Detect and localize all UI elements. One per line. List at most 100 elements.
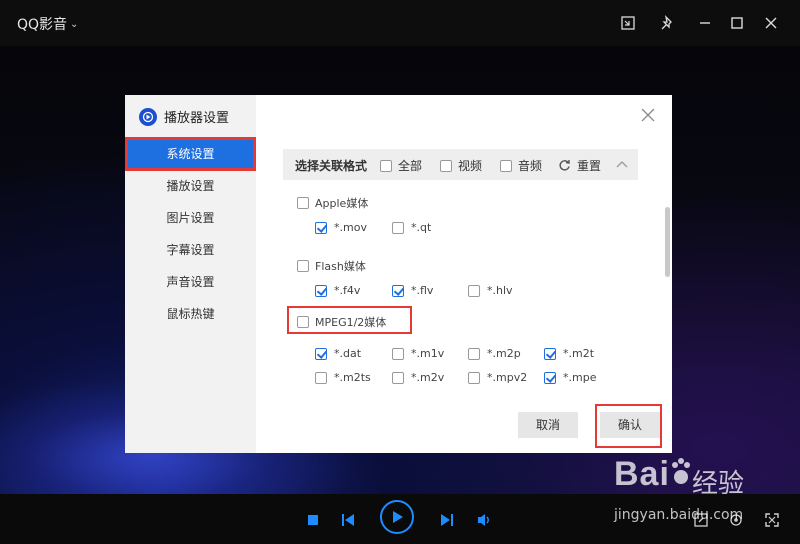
format-label: *.m1v xyxy=(411,347,445,360)
watermark: Bai 经验 jingyan.baidu.com xyxy=(614,455,794,535)
format-flv-checkbox[interactable]: *.flv xyxy=(392,284,433,297)
group-mpeg-checkbox[interactable]: MPEG1/2媒体 xyxy=(297,314,386,330)
format-m1v-checkbox[interactable]: *.m1v xyxy=(392,347,444,360)
checkbox[interactable] xyxy=(297,316,309,328)
sidebar-item-playback[interactable]: 播放设置 xyxy=(125,171,256,201)
settings-sidebar: 播放器设置 系统设置 播放设置 图片设置 字幕设置 声音设置 鼠标热键 xyxy=(125,95,256,453)
format-label: *.f4v xyxy=(334,284,361,297)
sidebar-item-label: 播放设置 xyxy=(166,179,215,193)
checkbox[interactable] xyxy=(315,371,327,384)
format-m2ts-checkbox[interactable]: *.m2ts xyxy=(315,371,371,384)
paw-icon xyxy=(672,458,690,484)
select-audio-checkbox[interactable]: 音频 xyxy=(500,157,542,174)
checkbox[interactable] xyxy=(297,197,309,209)
refresh-icon xyxy=(559,160,570,171)
format-label: *.hlv xyxy=(487,284,513,297)
app-menu-button[interactable]: QQ影音 ⌄ xyxy=(17,14,78,34)
checkbox[interactable] xyxy=(468,347,480,360)
checkbox[interactable] xyxy=(392,284,404,297)
next-icon[interactable] xyxy=(440,513,454,527)
format-mov-checkbox[interactable]: *.mov xyxy=(315,221,367,234)
checkbox[interactable] xyxy=(315,347,327,360)
previous-icon[interactable] xyxy=(341,513,355,527)
mini-mode-icon[interactable] xyxy=(620,15,636,31)
watermark-brand-cn: 经验 xyxy=(692,469,745,499)
checkbox[interactable] xyxy=(440,159,452,172)
dialog-title-text: 播放器设置 xyxy=(164,111,230,126)
checkbox[interactable] xyxy=(500,159,512,172)
checkbox[interactable] xyxy=(544,371,556,384)
play-icon xyxy=(393,511,403,523)
format-m2p-checkbox[interactable]: *.m2p xyxy=(468,347,521,360)
format-m2v-checkbox[interactable]: *.m2v xyxy=(392,371,444,384)
sidebar-item-subtitle[interactable]: 字幕设置 xyxy=(125,235,256,265)
select-all-checkbox[interactable]: 全部 xyxy=(380,157,422,174)
chevron-down-icon: ⌄ xyxy=(70,18,79,30)
dialog-title: 播放器设置 xyxy=(139,107,229,126)
watermark-url: jingyan.baidu.com xyxy=(614,507,744,523)
format-association-header: 选择关联格式 全部 视频 音频 重置 xyxy=(283,149,638,180)
select-video-label: 视频 xyxy=(458,159,483,173)
checkbox[interactable] xyxy=(315,221,327,234)
format-mpe-checkbox[interactable]: *.mpe xyxy=(544,371,596,384)
stop-icon[interactable] xyxy=(306,513,320,527)
content-scrollbar[interactable] xyxy=(665,207,670,277)
sidebar-item-image[interactable]: 图片设置 xyxy=(125,203,256,233)
format-label: *.qt xyxy=(411,221,432,234)
pin-icon[interactable] xyxy=(660,15,676,31)
sidebar-item-hotkeys[interactable]: 鼠标热键 xyxy=(125,299,256,329)
group-apple-label: Apple媒体 xyxy=(315,197,369,210)
chevron-up-icon[interactable] xyxy=(616,160,628,168)
dialog-close-icon[interactable] xyxy=(640,107,658,125)
reset-button[interactable]: 重置 xyxy=(558,157,601,174)
checkbox[interactable] xyxy=(544,347,556,360)
minimize-icon[interactable] xyxy=(697,15,713,31)
sidebar-item-label: 鼠标热键 xyxy=(166,307,215,321)
sidebar-item-label: 图片设置 xyxy=(166,211,215,225)
format-association-title: 选择关联格式 xyxy=(295,159,368,173)
format-label: *.m2v xyxy=(411,371,445,384)
app-logo-icon xyxy=(139,107,157,126)
play-button[interactable] xyxy=(380,500,414,534)
checkbox[interactable] xyxy=(315,284,327,297)
format-qt-checkbox[interactable]: *.qt xyxy=(392,221,431,234)
checkbox[interactable] xyxy=(392,371,404,384)
format-label: *.m2p xyxy=(487,347,521,360)
title-bar: QQ影音 ⌄ xyxy=(0,0,800,46)
format-dat-checkbox[interactable]: *.dat xyxy=(315,347,361,360)
maximize-icon[interactable] xyxy=(729,15,745,31)
format-f4v-checkbox[interactable]: *.f4v xyxy=(315,284,360,297)
format-association-panel: 选择关联格式 全部 视频 音频 重置 Apple媒体 *.mov *.qt Fl… xyxy=(283,149,638,389)
cancel-button[interactable]: 取消 xyxy=(518,412,578,438)
checkbox[interactable] xyxy=(392,221,404,234)
format-hlv-checkbox[interactable]: *.hlv xyxy=(468,284,513,297)
watermark-brand: Bai xyxy=(614,455,670,493)
format-label: *.mpe xyxy=(563,371,597,384)
sidebar-item-sound[interactable]: 声音设置 xyxy=(125,267,256,297)
volume-icon[interactable] xyxy=(477,512,493,528)
sidebar-item-system[interactable]: 系统设置 xyxy=(125,137,256,171)
select-all-label: 全部 xyxy=(398,159,423,173)
sidebar-item-label: 字幕设置 xyxy=(166,243,215,257)
app-title: QQ影音 xyxy=(17,17,68,33)
settings-dialog: 播放器设置 系统设置 播放设置 图片设置 字幕设置 声音设置 鼠标热键 选择关联… xyxy=(125,95,672,453)
format-m2t-checkbox[interactable]: *.m2t xyxy=(544,347,594,360)
format-label: *.flv xyxy=(411,284,434,297)
checkbox[interactable] xyxy=(380,159,392,172)
close-icon[interactable] xyxy=(763,15,779,31)
ok-button[interactable]: 确认 xyxy=(600,412,660,438)
group-flash-checkbox[interactable]: Flash媒体 xyxy=(297,258,366,274)
format-label: *.mpv2 xyxy=(487,371,528,384)
checkbox[interactable] xyxy=(468,284,480,297)
group-mpeg-label: MPEG1/2媒体 xyxy=(315,316,387,329)
format-mpv2-checkbox[interactable]: *.mpv2 xyxy=(468,371,527,384)
checkbox[interactable] xyxy=(468,371,480,384)
group-apple-checkbox[interactable]: Apple媒体 xyxy=(297,195,368,211)
sidebar-item-label: 声音设置 xyxy=(166,275,215,289)
checkbox[interactable] xyxy=(297,260,309,272)
select-video-checkbox[interactable]: 视频 xyxy=(440,157,482,174)
sidebar-item-label: 系统设置 xyxy=(166,147,215,161)
checkbox[interactable] xyxy=(392,347,404,360)
group-flash-label: Flash媒体 xyxy=(315,260,366,273)
format-label: *.m2t xyxy=(563,347,595,360)
